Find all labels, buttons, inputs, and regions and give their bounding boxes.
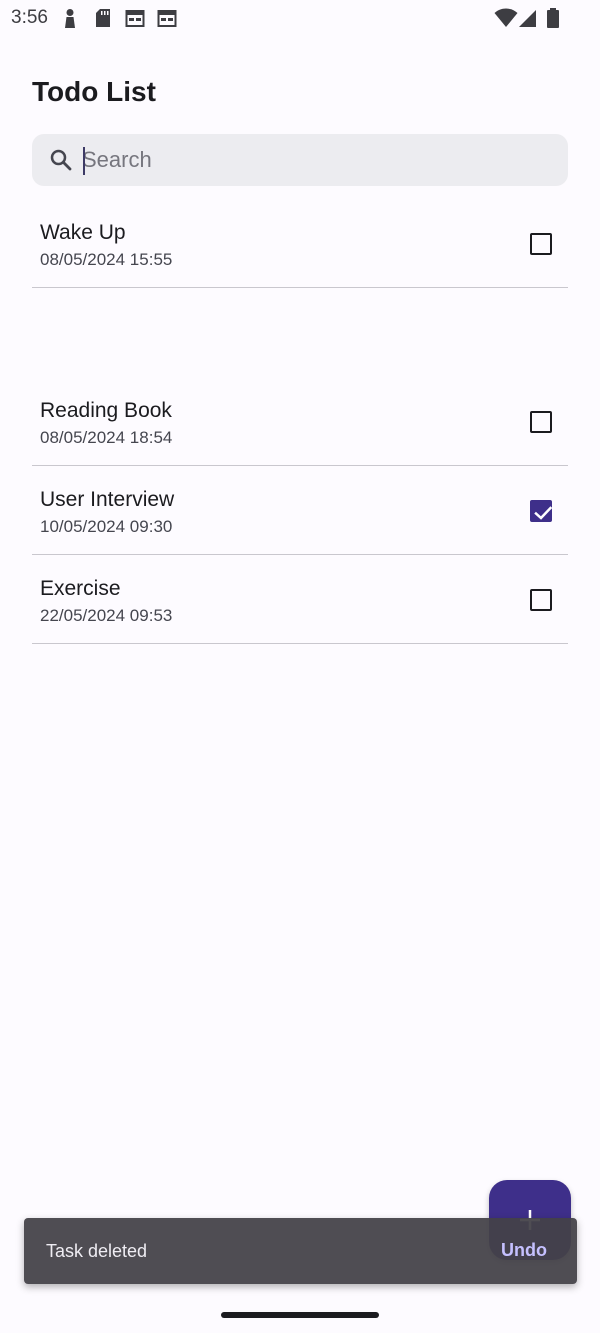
snackbar-message: Task deleted xyxy=(46,1241,148,1261)
snackbar: Task deleted Undo xyxy=(24,1218,577,1284)
battery-icon xyxy=(546,8,560,33)
status-bar: 3:56 xyxy=(0,0,600,36)
checkmark-icon xyxy=(534,506,553,520)
todo-checkbox[interactable] xyxy=(530,411,552,433)
calendar-icon xyxy=(125,8,145,33)
cell-signal-icon xyxy=(518,8,538,33)
todo-title: User Interview xyxy=(40,488,175,511)
todo-date: 22/05/2024 09:53 xyxy=(40,606,173,625)
todo-title: Reading Book xyxy=(40,399,172,422)
todo-item[interactable]: Exercise 22/05/2024 09:53 xyxy=(32,556,568,644)
search-icon xyxy=(49,148,73,172)
todo-checkbox[interactable] xyxy=(530,233,552,255)
search-bar[interactable] xyxy=(32,134,568,186)
todo-item[interactable]: Reading Book 08/05/2024 18:54 xyxy=(32,378,568,466)
wifi-icon xyxy=(494,8,518,33)
home-indicator[interactable] xyxy=(221,1312,379,1318)
notification-person-icon xyxy=(62,8,78,33)
todo-date: 08/05/2024 15:55 xyxy=(40,250,173,269)
status-time: 3:56 xyxy=(11,7,48,28)
todo-checkbox[interactable] xyxy=(530,589,552,611)
todo-title: Exercise xyxy=(40,577,121,600)
sd-card-icon xyxy=(95,8,111,33)
todo-checkbox-checked[interactable] xyxy=(530,500,553,522)
todo-date: 08/05/2024 18:54 xyxy=(40,428,173,447)
todo-title: Wake Up xyxy=(40,221,126,244)
todo-item[interactable]: Wake Up 08/05/2024 15:55 xyxy=(32,200,568,288)
search-input[interactable] xyxy=(82,134,552,186)
page-title: Todo List xyxy=(32,76,156,107)
todo-date: 10/05/2024 09:30 xyxy=(40,517,173,536)
undo-button[interactable]: Undo xyxy=(501,1240,547,1261)
todo-item[interactable]: User Interview 10/05/2024 09:30 xyxy=(32,467,568,555)
calendar-icon xyxy=(157,8,177,33)
text-cursor xyxy=(83,147,85,175)
